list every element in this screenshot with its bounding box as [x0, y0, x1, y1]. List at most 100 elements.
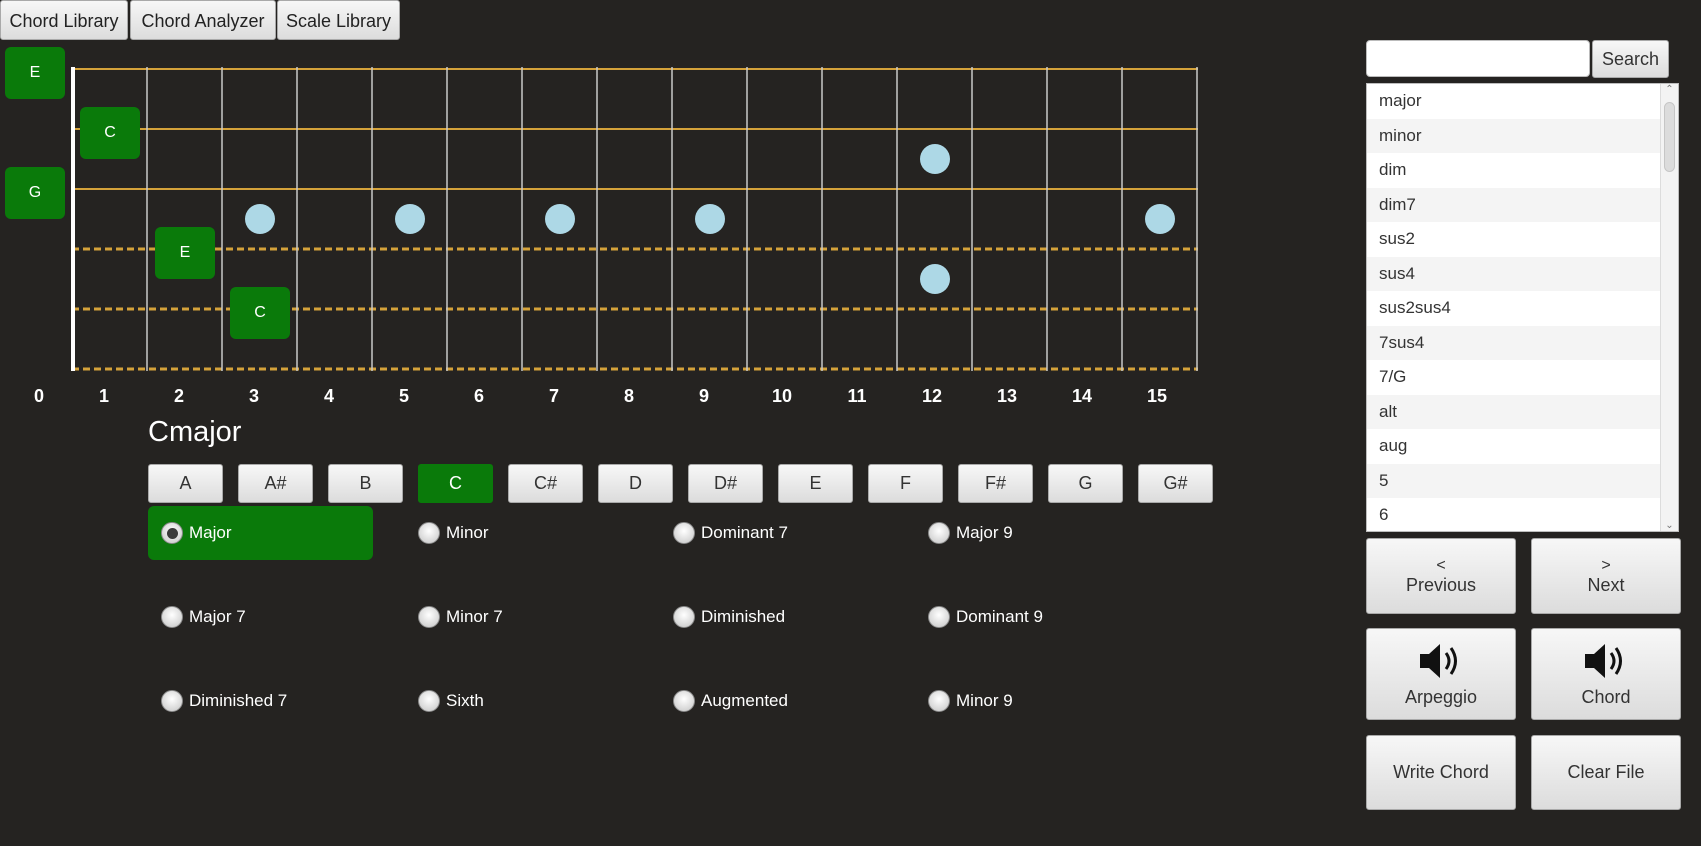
chord-type-diminished[interactable]: Diminished — [673, 590, 785, 644]
previous-button[interactable]: < Previous — [1366, 538, 1516, 614]
inlay-dot — [920, 264, 950, 294]
chord-type-minor[interactable]: Minor — [418, 506, 489, 560]
chord-type-augmented[interactable]: Augmented — [673, 674, 788, 728]
previous-label: Previous — [1405, 574, 1477, 595]
fret-number: 11 — [847, 386, 867, 406]
chord-note-c[interactable]: C — [80, 107, 140, 159]
root-button-a-sharp[interactable]: A# — [238, 464, 313, 503]
radio-button[interactable] — [673, 690, 695, 712]
radio-button[interactable] — [673, 522, 695, 544]
play-chord-button[interactable]: Chord — [1531, 628, 1681, 720]
tab-scale-library[interactable]: Scale Library — [277, 0, 400, 40]
chord-note-c[interactable]: C — [230, 287, 290, 339]
fret-number: 5 — [398, 386, 409, 406]
scroll-down-icon[interactable]: ⌄ — [1661, 520, 1678, 531]
root-button-g-sharp[interactable]: G# — [1138, 464, 1213, 503]
radio-button[interactable] — [418, 606, 440, 628]
radio-button[interactable] — [418, 690, 440, 712]
fret-number: 1 — [98, 386, 109, 406]
root-button-b[interactable]: B — [328, 464, 403, 503]
radio-button[interactable] — [161, 690, 183, 712]
chord-type-label: Minor — [446, 523, 489, 542]
list-item[interactable]: dim — [1367, 153, 1661, 188]
inlay-dot — [395, 204, 425, 234]
chord-type-label: Diminished 7 — [189, 691, 288, 710]
inlays — [245, 144, 1175, 294]
clear-file-button[interactable]: Clear File — [1531, 735, 1681, 810]
radio-button[interactable] — [161, 522, 183, 544]
root-button-g[interactable]: G — [1048, 464, 1123, 503]
chord-type-minor-7[interactable]: Minor 7 — [418, 590, 503, 644]
next-button[interactable]: > Next — [1531, 538, 1681, 614]
fret-number: 7 — [548, 386, 559, 406]
fret-number: 12 — [921, 386, 943, 406]
fret-number: 3 — [248, 386, 259, 406]
chord-type-dominant-9[interactable]: Dominant 9 — [928, 590, 1043, 644]
chord-type-label: Dominant 7 — [701, 523, 788, 542]
fret-number: 6 — [473, 386, 484, 406]
inlay-dot — [1145, 204, 1175, 234]
radio-button[interactable] — [928, 522, 950, 544]
chord-type-major[interactable]: Major — [148, 506, 373, 560]
open-note-e[interactable]: E — [5, 47, 65, 99]
chord-type-label: Major — [189, 523, 232, 542]
list-item[interactable]: sus4 — [1367, 256, 1661, 291]
radio-button[interactable] — [928, 690, 950, 712]
root-button-c-sharp[interactable]: C# — [508, 464, 583, 503]
radio-button[interactable] — [673, 606, 695, 628]
scroll-thumb[interactable] — [1664, 102, 1675, 172]
scroll-up-icon[interactable]: ⌃ — [1661, 84, 1678, 95]
chord-type-label: Minor 7 — [446, 607, 503, 626]
list-item[interactable]: alt — [1367, 394, 1661, 429]
tab-chord-library[interactable]: Chord Library — [0, 0, 128, 40]
fret-number: 0 — [33, 386, 44, 406]
fret-number: 4 — [323, 386, 334, 406]
chord-note-e[interactable]: E — [155, 227, 215, 279]
root-button-f[interactable]: F — [868, 464, 943, 503]
list-scrollbar[interactable]: ⌃ ⌄ — [1660, 84, 1678, 531]
list-item[interactable]: 5 — [1367, 463, 1661, 498]
list-item[interactable]: sus2 — [1367, 222, 1661, 257]
search-button[interactable]: Search — [1592, 40, 1669, 78]
chord-type-major-7[interactable]: Major 7 — [161, 590, 246, 644]
play-arpeggio-button[interactable]: Arpeggio — [1366, 628, 1516, 720]
open-note-g[interactable]: G — [5, 167, 65, 219]
next-arrow-icon: > — [1601, 556, 1611, 574]
fret-number: 14 — [1071, 386, 1093, 406]
root-button-f-sharp[interactable]: F# — [958, 464, 1033, 503]
speaker-icon — [1585, 643, 1622, 678]
chord-type-label: Diminished — [701, 607, 786, 626]
radio-button[interactable] — [928, 606, 950, 628]
fret-number: 2 — [173, 386, 184, 406]
list-item[interactable]: dim7 — [1367, 187, 1661, 222]
chord-type-major-9[interactable]: Major 9 — [928, 506, 1013, 560]
root-button-e[interactable]: E — [778, 464, 853, 503]
root-button-a[interactable]: A — [148, 464, 223, 503]
list-item[interactable]: 6 — [1367, 498, 1661, 531]
fret-number: 15 — [1146, 386, 1168, 406]
list-item[interactable]: 7sus4 — [1367, 325, 1661, 360]
fret-number: 9 — [698, 386, 709, 406]
list-item[interactable]: sus2sus4 — [1367, 291, 1661, 326]
chord-list[interactable]: major minor dim dim7 sus2 sus4 sus2sus4 … — [1366, 83, 1679, 532]
tab-chord-analyzer[interactable]: Chord Analyzer — [130, 0, 276, 40]
chord-label: Chord — [1581, 686, 1631, 707]
list-item[interactable]: aug — [1367, 429, 1661, 464]
search-input[interactable] — [1366, 40, 1590, 77]
next-label: Next — [1587, 574, 1625, 595]
root-button-d-sharp[interactable]: D# — [688, 464, 763, 503]
root-button-d[interactable]: D — [598, 464, 673, 503]
list-item[interactable]: 7/G — [1367, 360, 1661, 395]
radio-button[interactable] — [161, 606, 183, 628]
chord-type-dominant-7[interactable]: Dominant 7 — [673, 506, 788, 560]
chord-type-label: Augmented — [701, 691, 788, 710]
chord-type-minor-9[interactable]: Minor 9 — [928, 674, 1013, 728]
chord-type-diminished-7[interactable]: Diminished 7 — [161, 674, 287, 728]
radio-button[interactable] — [418, 522, 440, 544]
write-chord-button[interactable]: Write Chord — [1366, 735, 1516, 810]
list-item[interactable]: minor — [1367, 118, 1661, 153]
chord-type-sixth[interactable]: Sixth — [418, 674, 484, 728]
root-button-c[interactable]: C — [418, 464, 493, 503]
list-item[interactable]: major — [1367, 84, 1661, 119]
fret-number: 13 — [996, 386, 1018, 406]
